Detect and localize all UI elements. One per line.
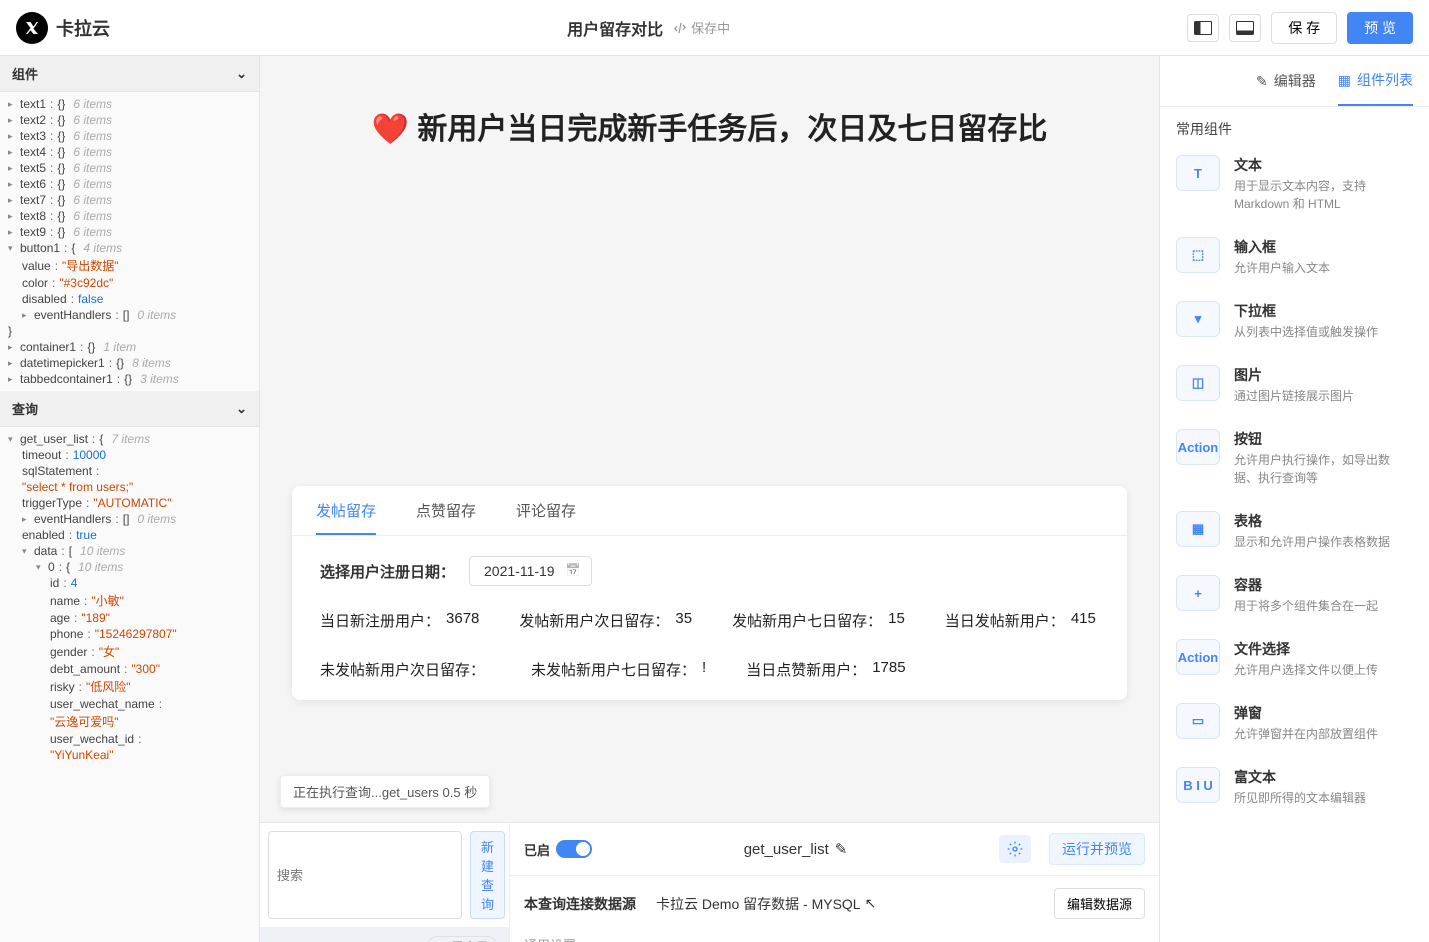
tabs-nav: 发帖留存 点赞留存 评论留存 xyxy=(292,486,1127,536)
component-item[interactable]: Action文件选择允许用户选择文件以便上传 xyxy=(1160,627,1429,691)
tree-item[interactable]: ▸tabbedcontainer1 : {}3 items xyxy=(0,371,259,387)
header: 卡拉云 用户留存对比 保存中 保 存 预 览 xyxy=(0,0,1429,56)
edit-icon: ✎ xyxy=(835,840,848,858)
tab-2[interactable]: 评论留存 xyxy=(516,500,576,535)
tree-item[interactable]: ▸text3 : {}6 items xyxy=(0,128,259,144)
datasource-value: 卡拉云 Demo 留存数据 - MYSQL ↖ xyxy=(656,894,1034,914)
tree-item[interactable]: ▸datetimepicker1 : {}8 items xyxy=(0,355,259,371)
stat-item: 未发帖新用户次日留存： xyxy=(320,659,491,680)
component-item[interactable]: ▦表格显示和允许用户操作表格数据 xyxy=(1160,499,1429,563)
tab-0[interactable]: 发帖留存 xyxy=(316,500,376,535)
component-item[interactable]: ⬚输入框允许用户输入文本 xyxy=(1160,225,1429,289)
tree-item[interactable]: ▸text5 : {}6 items xyxy=(0,160,259,176)
tab-1[interactable]: 点赞留存 xyxy=(416,500,476,535)
logo-text: 卡拉云 xyxy=(56,15,110,41)
new-query-button[interactable]: 新建查询 xyxy=(470,831,505,919)
components-panel-header[interactable]: 组件 ⌄ xyxy=(0,56,259,92)
component-icon: ▦ xyxy=(1176,511,1220,547)
edit-icon: ✎ xyxy=(1256,73,1268,90)
logo-icon xyxy=(16,12,48,44)
date-label: 选择用户注册日期： xyxy=(320,561,455,582)
edit-datasource-button[interactable]: 编辑数据源 xyxy=(1054,888,1145,919)
query-list-item[interactable]: get_user_list✓已启用 xyxy=(260,927,509,942)
datasource-label: 本查询连接数据源 xyxy=(524,894,636,914)
common-components-title: 常用组件 xyxy=(1160,107,1429,143)
stat-item: 发帖新用户次日留存：35 xyxy=(519,610,692,631)
tree-prop[interactable]: color : "#3c92dc" xyxy=(0,275,259,291)
enabled-badge: ✓已启用 xyxy=(427,936,497,942)
tree-item[interactable]: ▸text6 : {}6 items xyxy=(0,176,259,192)
canvas: ❤️ 新用户当日完成新手任务后，次日及七日留存比 发帖留存 点赞留存 评论留存 选择… xyxy=(260,56,1159,942)
right-tabs: ✎ 编辑器 ▦ 组件列表 xyxy=(1160,56,1429,107)
component-icon: ◫ xyxy=(1176,365,1220,401)
queries-panel-header[interactable]: 查询 ⌄ xyxy=(0,391,259,427)
component-icon: T xyxy=(1176,155,1220,191)
stats-grid: 当日新注册用户：3678 发帖新用户次日留存：35 发帖新用户七日留存：15 当日发帖… xyxy=(320,610,1099,680)
run-preview-button[interactable]: 运行并预览 xyxy=(1049,833,1145,865)
tree-item[interactable]: ▾get_user_list : {7 items xyxy=(0,431,259,447)
saving-status: 保存中 xyxy=(673,18,730,37)
tree-item[interactable]: ▸text9 : {}6 items xyxy=(0,224,259,240)
query-name[interactable]: get_user_list ✎ xyxy=(610,840,981,858)
query-search-input[interactable] xyxy=(268,831,462,919)
tab-component-list[interactable]: ▦ 组件列表 xyxy=(1338,56,1413,106)
gear-icon[interactable] xyxy=(999,835,1031,863)
component-item[interactable]: ▭弹窗允许弹窗并在内部放置组件 xyxy=(1160,691,1429,755)
stat-item: 发帖新用户七日留存：15 xyxy=(732,610,905,631)
stat-item: 当日发帖新用户：415 xyxy=(945,610,1096,631)
component-icon: ⬚ xyxy=(1176,237,1220,273)
canvas-title: ❤️ 新用户当日完成新手任务后，次日及七日留存比 xyxy=(292,104,1127,148)
chevron-down-icon: ⌄ xyxy=(236,66,247,82)
general-settings-label: 通用设置 xyxy=(510,931,1159,942)
tree-prop[interactable]: value : "导出数据" xyxy=(0,256,259,275)
tree-item[interactable]: ▸text4 : {}6 items xyxy=(0,144,259,160)
toggle-switch xyxy=(556,840,592,858)
tree-item[interactable]: ▸container1 : {}1 item xyxy=(0,339,259,355)
component-item[interactable]: T文本用于显示文本内容，支持 Markdown 和 HTML xyxy=(1160,143,1429,225)
queries-tree: ▾get_user_list : {7 itemstimeout : 10000… xyxy=(0,427,259,942)
left-sidebar: 组件 ⌄ ▸text1 : {}6 items▸text2 : {}6 item… xyxy=(0,56,260,942)
components-tree: ▸text1 : {}6 items▸text2 : {}6 items▸tex… xyxy=(0,92,259,391)
stat-item: 当日点赞新用户：1785 xyxy=(746,659,905,680)
enabled-toggle[interactable]: 已启 xyxy=(524,840,592,859)
component-item[interactable]: ◫图片通过图片链接展示图片 xyxy=(1160,353,1429,417)
layout-full-icon[interactable] xyxy=(1229,14,1261,42)
component-icon: Action xyxy=(1176,639,1220,675)
component-item[interactable]: Action按钮允许用户执行操作，如导出数据、执行查询等 xyxy=(1160,417,1429,499)
tree-item[interactable]: ▸text1 : {}6 items xyxy=(0,96,259,112)
component-item[interactable]: B I U富文本所见即所得的文本编辑器 xyxy=(1160,755,1429,819)
right-sidebar: ✎ 编辑器 ▦ 组件列表 常用组件 T文本用于显示文本内容，支持 Markdow… xyxy=(1159,56,1429,942)
tree-item[interactable]: ▸text2 : {}6 items xyxy=(0,112,259,128)
component-icon: ▭ xyxy=(1176,703,1220,739)
stat-item: 当日新注册用户：3678 xyxy=(320,610,479,631)
component-icon: + xyxy=(1176,575,1220,611)
component-icon: Action xyxy=(1176,429,1220,465)
save-button[interactable]: 保 存 xyxy=(1271,12,1337,44)
logo[interactable]: 卡拉云 xyxy=(16,12,110,44)
tree-item[interactable]: ▸text8 : {}6 items xyxy=(0,208,259,224)
preview-button[interactable]: 预 览 xyxy=(1347,12,1413,44)
query-running-toast: 正在执行查询...get_users 0.5 秒 xyxy=(280,775,490,808)
date-input[interactable]: 2021-11-19 xyxy=(469,556,592,586)
chevron-down-icon: ⌄ xyxy=(236,401,247,417)
component-item[interactable]: +容器用于将多个组件集合在一起 xyxy=(1160,563,1429,627)
component-icon: B I U xyxy=(1176,767,1220,803)
tree-prop[interactable]: ▸eventHandlers : []0 items xyxy=(0,307,259,323)
stat-item: 未发帖新用户七日留存：! xyxy=(531,659,706,680)
cursor-icon: ↖ xyxy=(865,895,877,912)
tree-item[interactable]: ▾button1 : {4 items xyxy=(0,240,259,256)
tree-item[interactable]: ▸text7 : {}6 items xyxy=(0,192,259,208)
layout-two-col-icon[interactable] xyxy=(1187,14,1219,42)
tree-prop[interactable]: disabled : false xyxy=(0,291,259,307)
component-item[interactable]: ▾下拉框从列表中选择值或触发操作 xyxy=(1160,289,1429,353)
grid-icon: ▦ xyxy=(1338,72,1351,89)
query-list: get_user_list✓已启用get_users✓已启用 xyxy=(260,927,509,942)
component-icon: ▾ xyxy=(1176,301,1220,337)
query-panel: 新建查询 get_user_list✓已启用get_users✓已启用 已启 g… xyxy=(260,822,1159,942)
tabs-container: 发帖留存 点赞留存 评论留存 选择用户注册日期： 2021-11-19 当日新注册用… xyxy=(292,486,1127,700)
page-title: 用户留存对比 xyxy=(567,16,663,40)
tab-editor[interactable]: ✎ 编辑器 xyxy=(1256,56,1316,106)
